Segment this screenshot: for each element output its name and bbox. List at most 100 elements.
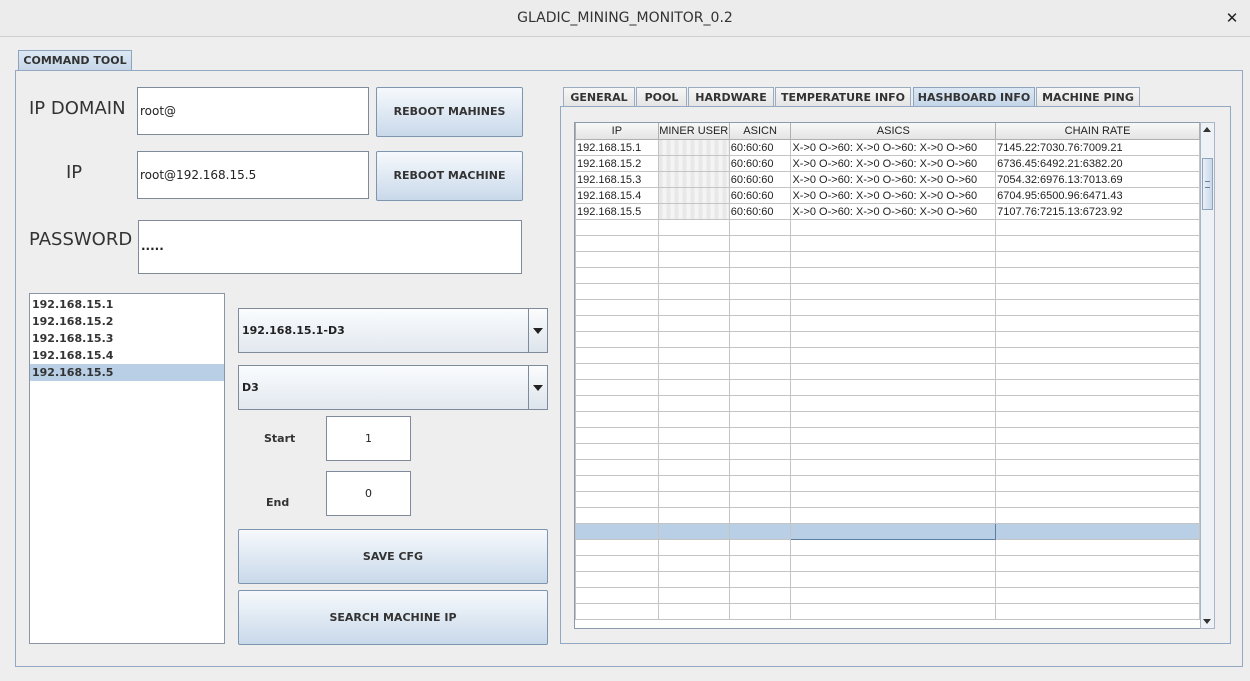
table-cell[interactable]: [728, 603, 792, 620]
table-cell[interactable]: [995, 251, 1200, 268]
table-cell[interactable]: [657, 539, 730, 556]
table-cell[interactable]: [728, 491, 792, 508]
table-cell[interactable]: [995, 283, 1200, 300]
table-cell[interactable]: [995, 491, 1200, 508]
model-select[interactable]: D3: [238, 365, 548, 410]
table-cell[interactable]: [995, 587, 1200, 604]
table-cell[interactable]: [728, 347, 792, 364]
table-row[interactable]: 192.168.15.2 60:60:60 X->0 O->60: X->0 O->…: [575, 155, 1200, 172]
table-cell[interactable]: [995, 539, 1200, 556]
table-row[interactable]: 192.168.15.5 60:60:60 X->0 O->60: X->0 O->…: [575, 203, 1200, 220]
table-row[interactable]: [575, 379, 1200, 396]
table-cell[interactable]: [657, 379, 730, 396]
table-row[interactable]: [575, 555, 1200, 572]
table-row[interactable]: [575, 299, 1200, 316]
ip-domain-field[interactable]: root@: [137, 87, 369, 135]
table-cell[interactable]: [728, 331, 792, 348]
table-cell[interactable]: [657, 411, 730, 428]
table-cell[interactable]: [728, 523, 792, 540]
hashboard-table[interactable]: IP MINER USER ASICN ASICS CHAIN RATE 192…: [574, 122, 1201, 629]
table-cell[interactable]: [995, 475, 1200, 492]
table-cell[interactable]: [575, 395, 659, 412]
table-cell[interactable]: 60:60:60: [728, 171, 792, 188]
start-field[interactable]: 1: [326, 416, 411, 461]
table-cell[interactable]: [790, 491, 997, 508]
table-cell[interactable]: [575, 331, 659, 348]
table-cell[interactable]: [728, 299, 792, 316]
table-cell[interactable]: [575, 283, 659, 300]
table-cell[interactable]: [995, 315, 1200, 332]
table-cell[interactable]: [575, 379, 659, 396]
table-cell[interactable]: [728, 219, 792, 236]
table-cell[interactable]: [575, 539, 659, 556]
table-cell[interactable]: [657, 523, 730, 540]
save-cfg-button[interactable]: SAVE CFG: [238, 529, 548, 584]
table-cell[interactable]: [575, 299, 659, 316]
table-cell[interactable]: [995, 219, 1200, 236]
table-cell[interactable]: [790, 603, 997, 620]
table-cell[interactable]: [728, 283, 792, 300]
tab-pool[interactable]: POOL: [636, 87, 687, 107]
table-cell[interactable]: [995, 459, 1200, 476]
table-cell[interactable]: [995, 507, 1200, 524]
list-item[interactable]: 192.168.15.1: [30, 296, 224, 313]
table-cell[interactable]: [728, 363, 792, 380]
column-header-asicn[interactable]: ASICN: [728, 123, 792, 140]
table-row[interactable]: [575, 331, 1200, 348]
column-header-ip[interactable]: IP: [575, 123, 659, 140]
table-cell[interactable]: [790, 299, 997, 316]
table-cell[interactable]: [790, 443, 997, 460]
table-row[interactable]: [575, 251, 1200, 268]
table-cell[interactable]: [728, 571, 792, 588]
table-cell[interactable]: [657, 267, 730, 284]
table-cell[interactable]: [575, 235, 659, 252]
table-cell[interactable]: [790, 347, 997, 364]
table-cell[interactable]: [657, 235, 730, 252]
table-cell[interactable]: [657, 427, 730, 444]
table-cell[interactable]: 192.168.15.5: [575, 203, 659, 220]
table-row[interactable]: [575, 523, 1200, 540]
table-cell[interactable]: [575, 555, 659, 572]
table-cell[interactable]: [790, 379, 997, 396]
table-row[interactable]: [575, 491, 1200, 508]
table-row[interactable]: [575, 571, 1200, 588]
scroll-up-icon[interactable]: [1201, 123, 1214, 137]
table-cell[interactable]: [657, 443, 730, 460]
table-cell[interactable]: [575, 571, 659, 588]
table-row[interactable]: [575, 395, 1200, 412]
table-cell[interactable]: 192.168.15.2: [575, 155, 659, 172]
table-cell[interactable]: [575, 347, 659, 364]
table-cell[interactable]: [657, 251, 730, 268]
table-cell[interactable]: [575, 491, 659, 508]
ip-field[interactable]: root@192.168.15.5: [137, 151, 369, 199]
table-cell[interactable]: [728, 411, 792, 428]
table-cell[interactable]: [728, 475, 792, 492]
table-row[interactable]: [575, 539, 1200, 556]
table-cell[interactable]: [657, 299, 730, 316]
table-cell[interactable]: [995, 363, 1200, 380]
table-cell[interactable]: [995, 235, 1200, 252]
tab-hardware[interactable]: HARDWARE: [688, 87, 774, 107]
table-cell[interactable]: [728, 235, 792, 252]
table-cell[interactable]: [995, 379, 1200, 396]
table-cell[interactable]: [790, 395, 997, 412]
table-cell[interactable]: [790, 459, 997, 476]
table-cell[interactable]: [728, 443, 792, 460]
tab-general[interactable]: GENERAL: [563, 87, 635, 107]
table-cell[interactable]: [657, 587, 730, 604]
table-cell[interactable]: [995, 523, 1200, 540]
column-header-miner-user[interactable]: MINER USER: [657, 123, 730, 140]
table-cell[interactable]: [657, 315, 730, 332]
table-cell[interactable]: [790, 555, 997, 572]
table-cell[interactable]: [728, 379, 792, 396]
table-cell[interactable]: 60:60:60: [728, 155, 792, 172]
table-row[interactable]: [575, 411, 1200, 428]
table-cell[interactable]: [995, 299, 1200, 316]
table-cell[interactable]: [657, 571, 730, 588]
table-row[interactable]: [575, 347, 1200, 364]
table-cell[interactable]: X->0 O->60: X->0 O->60: X->0 O->60: [790, 203, 997, 220]
table-cell[interactable]: [995, 555, 1200, 572]
table-cell[interactable]: [657, 139, 730, 156]
table-cell[interactable]: [657, 491, 730, 508]
table-cell[interactable]: [790, 363, 997, 380]
